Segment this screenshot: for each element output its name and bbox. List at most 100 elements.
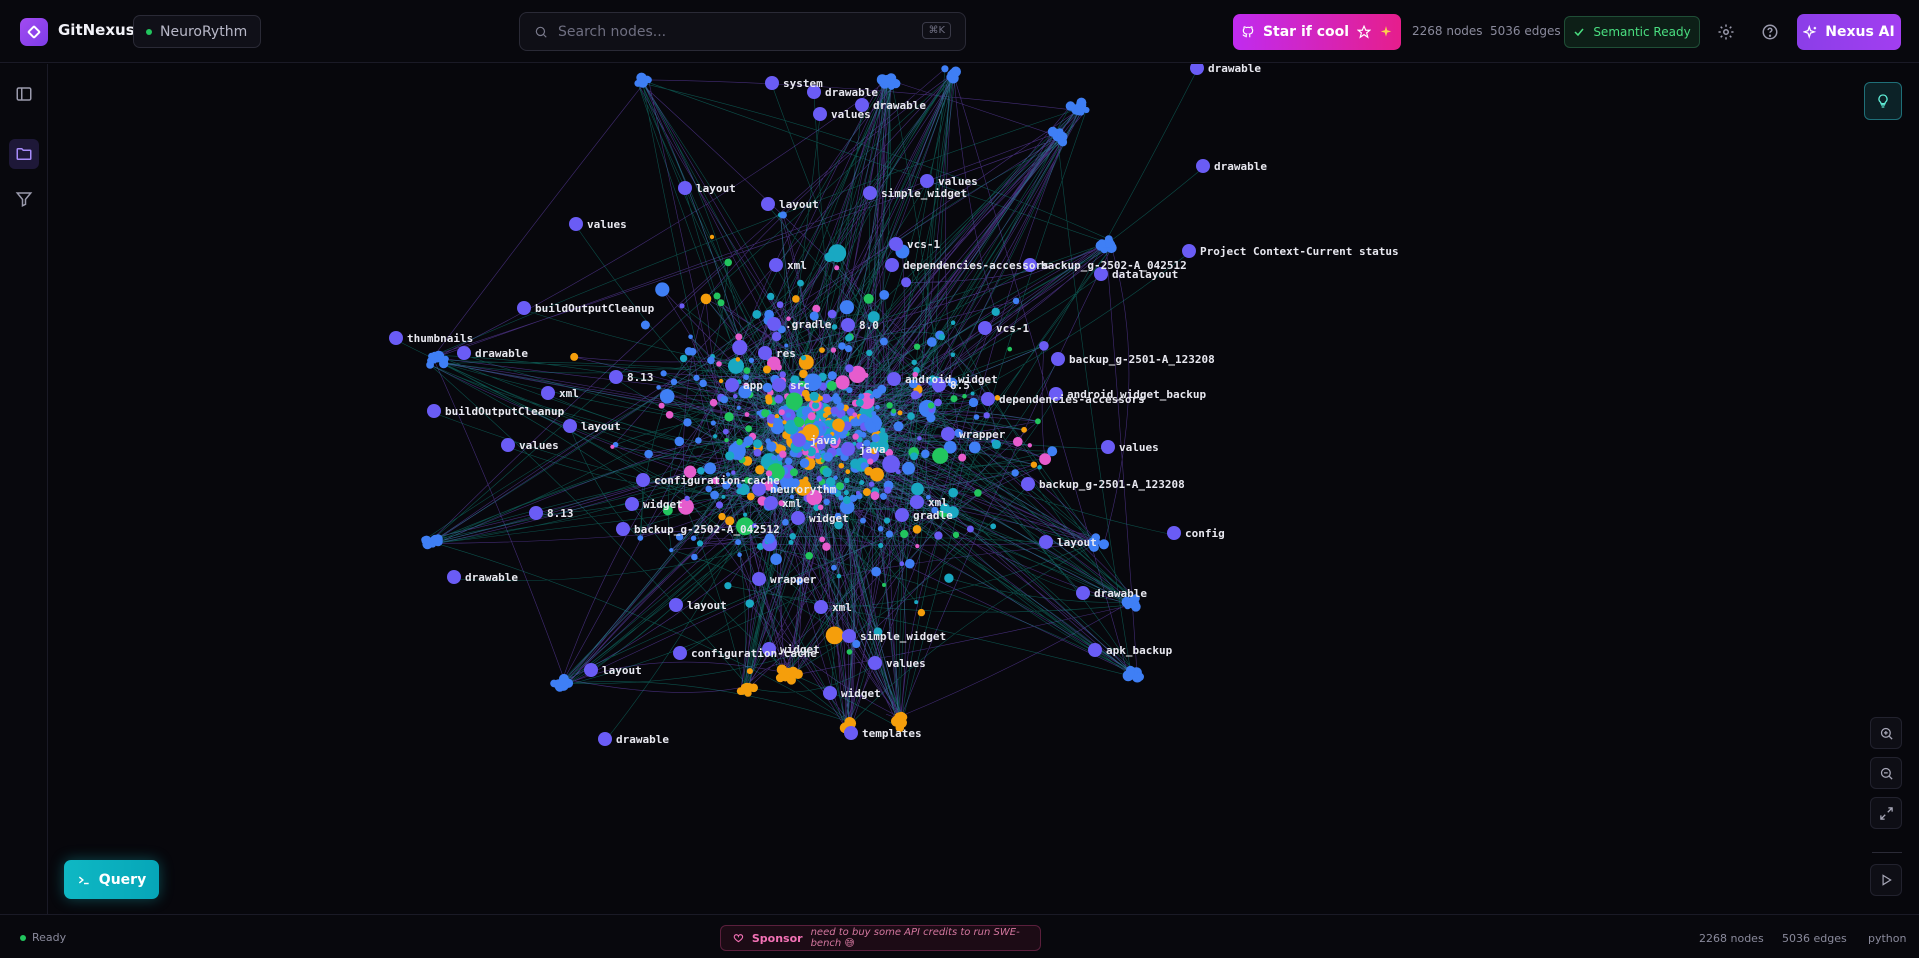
- graph-node[interactable]: [875, 404, 880, 410]
- graph-node[interactable]: [817, 504, 824, 511]
- graph-node[interactable]: [709, 398, 718, 407]
- graph-node[interactable]: [950, 320, 956, 326]
- graph-node[interactable]: [709, 234, 715, 240]
- folder-node[interactable]: [529, 506, 543, 520]
- graph-node[interactable]: [958, 453, 967, 462]
- graph-node[interactable]: [830, 347, 837, 353]
- graph-node[interactable]: [660, 370, 667, 377]
- graph-node[interactable]: [825, 626, 844, 645]
- graph-node[interactable]: [846, 649, 853, 655]
- folder-node[interactable]: [569, 217, 583, 231]
- graph-node[interactable]: [1007, 346, 1013, 352]
- graph-node[interactable]: [913, 343, 921, 350]
- folder-node[interactable]: [1101, 440, 1115, 454]
- folder-node[interactable]: [1088, 643, 1102, 657]
- graph-node[interactable]: [944, 573, 954, 583]
- folder-node[interactable]: [981, 392, 995, 406]
- graph-node[interactable]: [707, 356, 715, 365]
- graph-node[interactable]: [927, 402, 935, 409]
- tips-button[interactable]: [1864, 82, 1902, 120]
- graph-node[interactable]: [774, 413, 780, 419]
- folder-node[interactable]: [842, 629, 856, 643]
- graph-node[interactable]: [831, 564, 837, 571]
- graph-node[interactable]: [879, 290, 890, 300]
- graph-node[interactable]: [690, 535, 697, 541]
- graph-node[interactable]: [810, 447, 816, 454]
- graph-node[interactable]: [688, 334, 693, 340]
- graph-node[interactable]: [428, 352, 435, 360]
- graph-node[interactable]: [746, 668, 753, 675]
- sponsor-banner[interactable]: Sponsor need to buy some API credits to …: [720, 925, 1041, 951]
- graph-node[interactable]: [718, 378, 724, 384]
- graph-node[interactable]: [722, 428, 729, 435]
- folder-node[interactable]: [941, 427, 955, 441]
- graph-node[interactable]: [747, 492, 755, 501]
- folder-node[interactable]: [584, 663, 598, 677]
- graph-node[interactable]: [807, 412, 816, 421]
- graph-node[interactable]: [644, 449, 653, 459]
- graph-node[interactable]: [1037, 465, 1042, 470]
- graph-node[interactable]: [803, 476, 809, 482]
- graph-node[interactable]: [859, 480, 865, 485]
- folder-node[interactable]: [1190, 64, 1204, 75]
- graph-node[interactable]: [832, 418, 845, 432]
- graph-node[interactable]: [1030, 461, 1038, 468]
- filter-button[interactable]: [9, 184, 39, 214]
- graph-node[interactable]: [778, 409, 785, 416]
- graph-node[interactable]: [748, 357, 755, 364]
- graph-node[interactable]: [433, 536, 443, 547]
- graph-node[interactable]: [891, 408, 897, 414]
- graph-node[interactable]: [1098, 539, 1109, 550]
- nexus-ai-button[interactable]: Nexus AI: [1797, 14, 1901, 50]
- folder-node[interactable]: [678, 181, 692, 195]
- graph-node[interactable]: [934, 398, 942, 407]
- graph-node[interactable]: [819, 536, 826, 543]
- graph-node[interactable]: [762, 382, 773, 393]
- graph-node[interactable]: [823, 498, 830, 506]
- graph-node[interactable]: [845, 364, 854, 373]
- graph-node[interactable]: [855, 398, 864, 407]
- graph-node[interactable]: [860, 517, 866, 524]
- graph-node[interactable]: [950, 352, 956, 358]
- graph-node[interactable]: [968, 441, 981, 454]
- folder-node[interactable]: [920, 174, 934, 188]
- graph-node[interactable]: [966, 525, 974, 533]
- graph-node[interactable]: [871, 414, 880, 424]
- graph-node[interactable]: [912, 525, 922, 534]
- graph-node[interactable]: [793, 669, 803, 679]
- folder-node[interactable]: [765, 76, 779, 90]
- graph-node[interactable]: [699, 379, 707, 388]
- folder-node[interactable]: [427, 404, 441, 418]
- graph-node[interactable]: [914, 600, 919, 605]
- graph-node[interactable]: [849, 494, 858, 502]
- folder-node[interactable]: [761, 197, 775, 211]
- graph-node[interactable]: [864, 466, 874, 476]
- graph-node[interactable]: [793, 416, 801, 424]
- graph-node[interactable]: [846, 387, 853, 394]
- graph-node[interactable]: [871, 433, 880, 443]
- graph-node[interactable]: [1122, 599, 1129, 606]
- graph-node[interactable]: [790, 401, 800, 411]
- folder-node[interactable]: [791, 511, 805, 525]
- graph-node[interactable]: [973, 414, 980, 420]
- graph-node[interactable]: [882, 455, 900, 473]
- graph-node[interactable]: [835, 482, 844, 491]
- graph-node[interactable]: [827, 371, 837, 381]
- graph-node[interactable]: [1013, 436, 1023, 447]
- graph-node[interactable]: [855, 490, 861, 495]
- graph-node[interactable]: [782, 420, 787, 425]
- graph-node[interactable]: [704, 462, 717, 475]
- graph-node[interactable]: [870, 491, 880, 500]
- zoom-in-button[interactable]: [1870, 717, 1902, 749]
- graph-node[interactable]: [1012, 297, 1020, 305]
- graph-node[interactable]: [725, 451, 735, 461]
- graph-node[interactable]: [899, 561, 905, 567]
- graph-node[interactable]: [740, 686, 748, 694]
- graph-node[interactable]: [713, 434, 718, 439]
- graph-node[interactable]: [421, 535, 432, 546]
- graph-node[interactable]: [767, 292, 775, 301]
- help-button[interactable]: [1758, 20, 1782, 44]
- folder-node[interactable]: [1021, 477, 1035, 491]
- graph-node[interactable]: [1065, 101, 1076, 111]
- graph-node[interactable]: [797, 279, 804, 287]
